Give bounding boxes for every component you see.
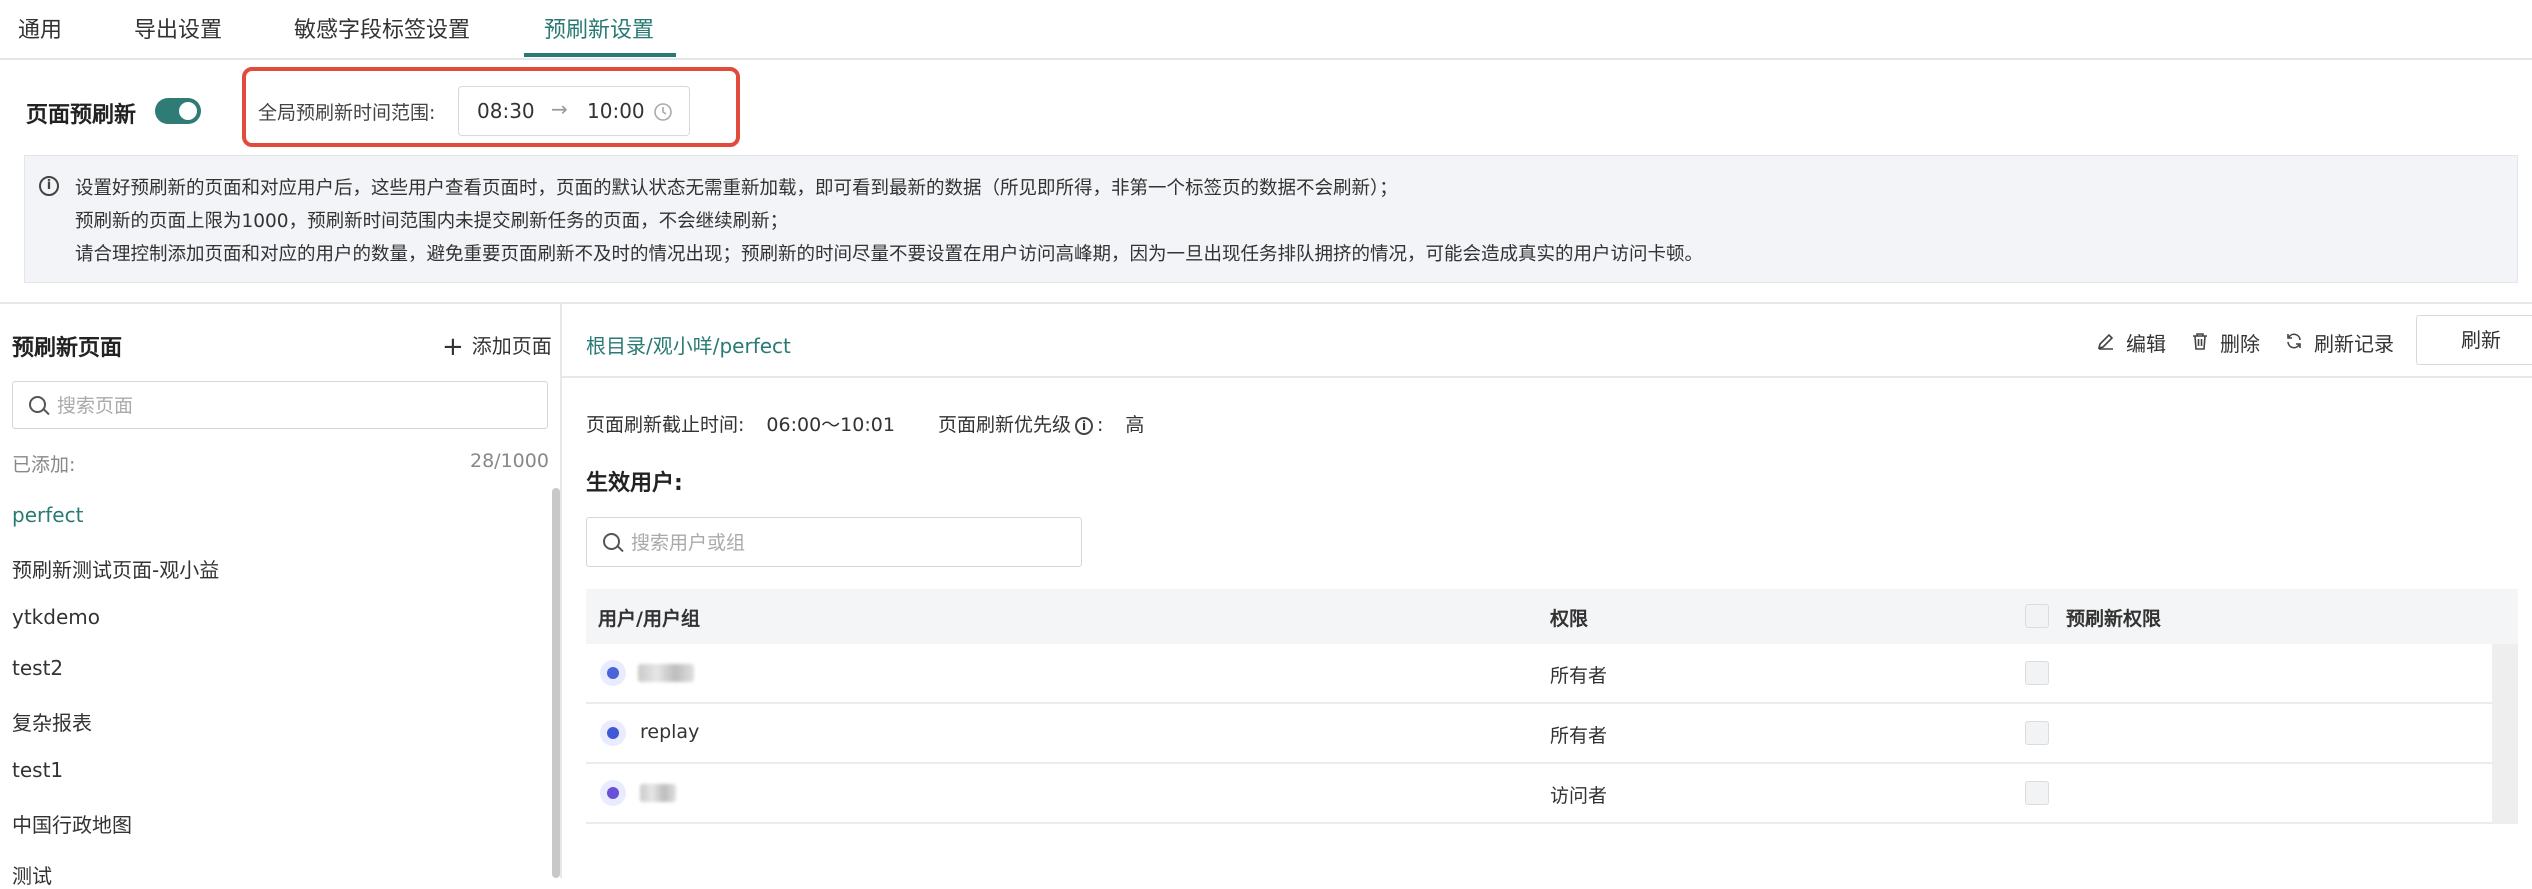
refresh-history-label: 刷新记录	[2314, 332, 2394, 356]
permission-value: 所有者	[1550, 665, 1608, 687]
page-list-item[interactable]: test2	[12, 656, 63, 680]
info-icon: i	[39, 176, 59, 196]
notice-line-2: 预刷新的页面上限为1000，预刷新时间范围内未提交刷新任务的页面，不会继续刷新；	[75, 211, 789, 232]
priority-value: 高	[1125, 414, 1145, 436]
refresh-priority: 页面刷新优先级 i: 高	[938, 410, 1144, 437]
prefresh-permission-checkbox[interactable]	[2025, 661, 2049, 685]
deadline-label: 页面刷新截止时间:	[586, 414, 745, 436]
prefresh-permission-checkbox[interactable]	[2025, 721, 2049, 745]
table-row: replay 所有者	[586, 704, 2492, 764]
page-list-item[interactable]: perfect	[12, 503, 83, 527]
delete-button[interactable]: 删除	[2190, 328, 2260, 357]
refresh-icon	[2287, 333, 2301, 349]
notice-line-3: 请合理控制添加页面和对应的用户的数量，避免重要页面刷新不及时的情况出现；预刷新的…	[75, 244, 1704, 265]
help-icon[interactable]: i	[1075, 417, 1094, 435]
time-range-picker[interactable]: 08:30 → 10:00	[458, 86, 690, 136]
plus-icon: +	[442, 332, 464, 362]
active-tab-indicator	[524, 53, 676, 57]
user-name: replay	[640, 721, 700, 743]
clock-icon	[654, 103, 672, 121]
user-avatar	[600, 720, 626, 746]
user-search-box	[586, 517, 1082, 568]
refresh-deadline: 页面刷新截止时间: 06:00～10:01	[586, 410, 895, 437]
right-header-divider	[562, 376, 2532, 378]
page-list-item[interactable]: 测试	[12, 860, 52, 889]
edit-label: 编辑	[2126, 332, 2166, 356]
notice-line-1: 设置好预刷新的页面和对应用户后，这些用户查看页面时，页面的默认状态无需重新加载，…	[75, 178, 1398, 199]
breadcrumb[interactable]: 根目录/观小咩/perfect	[586, 330, 791, 359]
trash-icon	[2193, 333, 2207, 350]
page-list-item[interactable]: 中国行政地图	[12, 809, 132, 838]
select-all-checkbox[interactable]	[2025, 604, 2049, 628]
redacted-name	[640, 784, 676, 802]
info-notice: i 设置好预刷新的页面和对应用户后，这些用户查看页面时，页面的默认状态无需重新加…	[24, 155, 2518, 283]
table-row: 访问者	[586, 764, 2492, 824]
page-prefresh-toggle[interactable]	[155, 98, 201, 124]
tab-export-settings[interactable]: 导出设置	[134, 12, 222, 44]
table-row: 所有者	[586, 644, 2492, 704]
page-list-item[interactable]: test1	[12, 758, 63, 782]
search-icon	[603, 533, 620, 550]
permission-value: 所有者	[1550, 725, 1608, 747]
user-avatar	[600, 780, 626, 806]
tab-prefresh-settings[interactable]: 预刷新设置	[544, 12, 654, 44]
added-count: 28/1000	[470, 450, 549, 472]
effective-users-title: 生效用户:	[586, 471, 683, 496]
deadline-value: 06:00～10:01	[766, 414, 895, 436]
user-search-input[interactable]	[629, 518, 1073, 568]
table-header: 用户/用户组 权限 预刷新权限	[586, 589, 2518, 644]
page-prefresh-title: 页面预刷新	[26, 103, 137, 128]
redacted-name	[638, 664, 694, 682]
prefresh-permission-checkbox[interactable]	[2025, 781, 2049, 805]
col-header-user: 用户/用户组	[598, 608, 700, 630]
edit-icon	[2097, 333, 2114, 350]
add-page-button[interactable]: + 添加页面	[442, 330, 552, 362]
avatar-glyph	[607, 727, 619, 739]
page-list-item[interactable]: 预刷新测试页面-观小益	[12, 554, 219, 583]
refresh-history-button[interactable]: 刷新记录	[2284, 328, 2394, 357]
col-header-prefresh-permission: 预刷新权限	[2066, 608, 2162, 630]
settings-tabbar: 通用 导出设置 敏感字段标签设置 预刷新设置	[0, 0, 2532, 60]
range-end-time[interactable]: 10:00	[587, 99, 645, 123]
avatar-glyph	[607, 787, 619, 799]
refresh-button[interactable]: 刷新	[2416, 315, 2532, 365]
prefresh-pages-title: 预刷新页面	[12, 336, 123, 361]
page-list-item[interactable]: ytkdemo	[12, 605, 100, 629]
global-range-label: 全局预刷新时间范围:	[258, 102, 436, 124]
range-arrow: →	[551, 97, 568, 121]
page-list-item[interactable]: 复杂报表	[12, 707, 92, 736]
col-header-permission: 权限	[1550, 608, 1589, 630]
tab-sensitive-field-tags[interactable]: 敏感字段标签设置	[294, 12, 470, 44]
permission-value: 访问者	[1550, 785, 1608, 807]
edit-button[interactable]: 编辑	[2096, 328, 2166, 357]
range-start-time[interactable]: 08:30	[477, 99, 535, 123]
tab-general[interactable]: 通用	[18, 12, 62, 44]
priority-label: 页面刷新优先级	[938, 414, 1072, 436]
avatar-glyph	[607, 667, 619, 679]
panel-divider	[560, 302, 562, 878]
added-label: 已添加:	[12, 454, 76, 476]
add-page-label: 添加页面	[471, 334, 552, 358]
page-search-input[interactable]	[55, 382, 539, 430]
page-list-scrollbar[interactable]	[552, 488, 560, 878]
search-icon	[29, 396, 46, 413]
delete-label: 删除	[2220, 332, 2260, 356]
table-scrollbar[interactable]	[2492, 644, 2518, 824]
priority-colon: :	[1097, 414, 1104, 436]
page-search-box	[12, 381, 548, 430]
section-divider	[0, 302, 2532, 304]
user-avatar	[600, 660, 626, 686]
toggle-knob	[179, 102, 197, 120]
